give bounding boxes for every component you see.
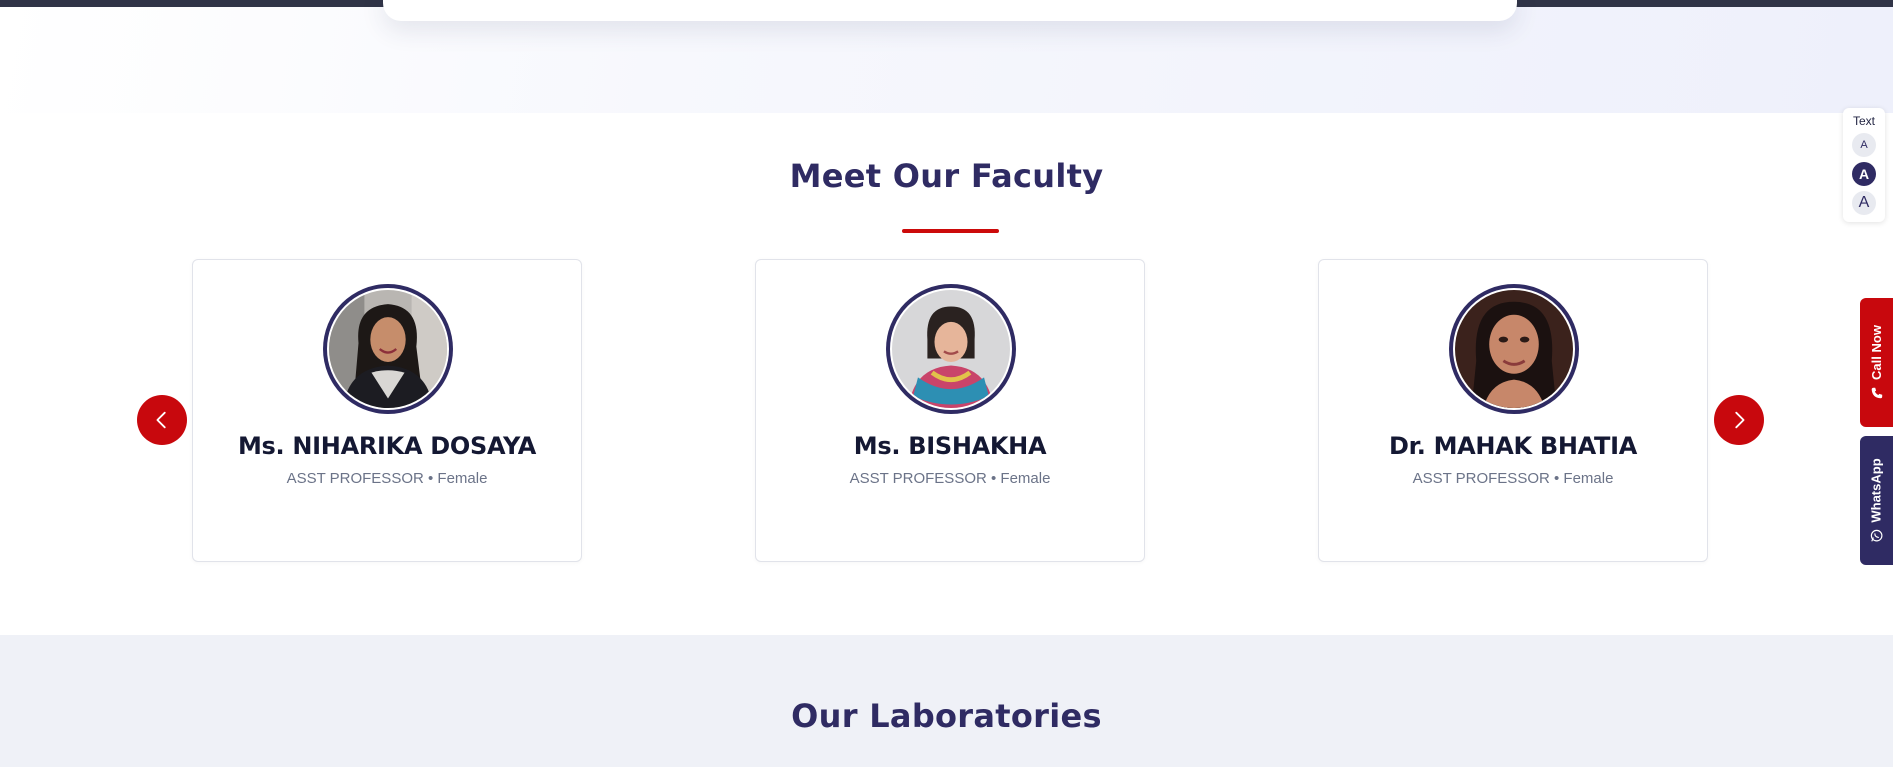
faculty-photo — [892, 290, 1010, 408]
chevron-right-icon — [1735, 411, 1745, 429]
faculty-role: ASST PROFESSOR • Female — [286, 470, 488, 487]
carousel-prev-button[interactable] — [137, 395, 187, 445]
faculty-avatar — [1449, 284, 1579, 414]
faculty-avatar — [323, 284, 453, 414]
faculty-role: ASST PROFESSOR • Female — [849, 470, 1051, 487]
hero-section-bottom — [0, 0, 1893, 113]
text-size-large-button[interactable]: A — [1852, 191, 1876, 215]
faculty-name: Ms. BISHAKHA — [853, 432, 1047, 460]
faculty-avatar — [886, 284, 1016, 414]
whatsapp-icon — [1870, 529, 1883, 542]
faculty-section: Meet Our Faculty Ms. NIHARIKA DOSAYA ASS… — [0, 113, 1893, 635]
faculty-photo — [1455, 290, 1573, 408]
whatsapp-button[interactable]: WhatsApp — [1860, 436, 1893, 565]
faculty-card[interactable]: Ms. NIHARIKA DOSAYA ASST PROFESSOR • Fem… — [192, 259, 582, 562]
faculty-section-title: Meet Our Faculty — [789, 157, 1104, 195]
laboratories-section-title: Our Laboratories — [791, 697, 1102, 735]
faculty-card[interactable]: Dr. MAHAK BHATIA ASST PROFESSOR • Female — [1318, 259, 1708, 562]
hero-card-bottom-edge — [383, 0, 1517, 21]
faculty-name: Ms. NIHARIKA DOSAYA — [237, 432, 537, 460]
whatsapp-label: WhatsApp — [1869, 458, 1884, 523]
faculty-photo — [329, 290, 447, 408]
faculty-name: Dr. MAHAK BHATIA — [1388, 432, 1638, 460]
text-size-medium-button[interactable]: A — [1852, 162, 1876, 186]
text-size-small-button[interactable]: A — [1852, 133, 1876, 157]
faculty-role: ASST PROFESSOR • Female — [1412, 470, 1614, 487]
phone-icon — [1871, 387, 1882, 399]
call-now-button[interactable]: Call Now — [1860, 298, 1893, 427]
laboratories-section: Our Laboratories — [0, 635, 1893, 767]
chevron-left-icon — [156, 411, 166, 429]
text-size-widget: Text A A A — [1843, 108, 1885, 222]
text-size-label: Text — [1852, 114, 1875, 128]
carousel-next-button[interactable] — [1714, 395, 1764, 445]
title-underline — [902, 229, 999, 233]
faculty-card[interactable]: Ms. BISHAKHA ASST PROFESSOR • Female — [755, 259, 1145, 562]
call-now-label: Call Now — [1869, 325, 1884, 380]
